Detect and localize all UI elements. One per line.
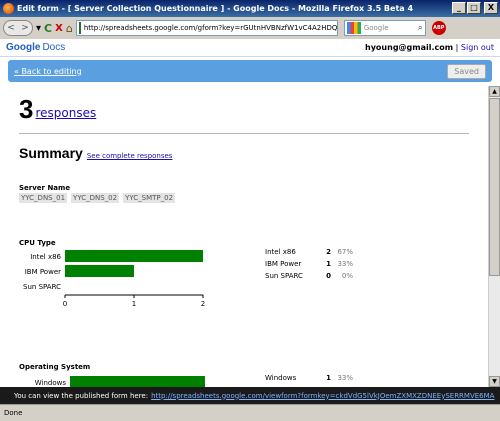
question-title-operating-system: Operating System [19, 363, 91, 371]
search-placeholder: Google [363, 24, 389, 32]
stats-count: 1 [326, 260, 331, 268]
stats-percent: 0% [341, 272, 353, 280]
forward-button[interactable]: > [21, 23, 29, 33]
scroll-up-arrow-icon[interactable]: ▲ [489, 86, 500, 97]
summary-heading-row: Summary See complete responses [19, 145, 172, 161]
cpu-type-chart: Intel x86 IBM Power Sun SPARC 0 1 2 [19, 244, 219, 310]
stats-percent: 67% [337, 248, 353, 256]
notice-text: You can view the published form here: [14, 391, 149, 400]
responses-content: 3 responses Summary See complete respons… [0, 86, 488, 387]
bar [70, 376, 205, 387]
docs-header: Google Docs hyoung@gmail.com | Sign out [0, 39, 500, 57]
google-engine-icon[interactable] [346, 22, 361, 34]
status-text: Done [4, 409, 23, 417]
cpu-type-chart-svg: Intel x86 IBM Power Sun SPARC 0 1 2 [23, 250, 205, 308]
search-box[interactable]: Google ⌕ [343, 20, 426, 36]
stats-row: IBM Power 1 33% [265, 258, 353, 270]
stats-row: Sun SPARC 0 0% [265, 270, 353, 282]
answer-text: YYC_SMTP_02 [123, 193, 176, 203]
edit-bar: « Back to editing Saved [0, 57, 500, 86]
back-forward-group: < > [3, 20, 33, 36]
published-form-notice: You can view the published form here: ht… [0, 387, 500, 404]
firefox-icon [3, 3, 14, 14]
stats-percent: 33% [337, 260, 353, 268]
navigation-toolbar: < > ▾ C X ⌂ http://spreadsheets.google.c… [0, 17, 500, 39]
back-to-editing-link[interactable]: « Back to editing [14, 67, 82, 76]
question-title-server-name: Server Name [19, 184, 71, 192]
responses-link[interactable]: responses [35, 106, 96, 120]
response-count: 3 [19, 94, 34, 124]
edit-bar-inner: « Back to editing Saved [8, 60, 492, 82]
history-dropdown-button[interactable]: ▾ [36, 20, 41, 36]
os-chart-svg: Windows [35, 376, 205, 387]
x-tick-label: 2 [201, 300, 205, 308]
stats-count: 0 [326, 272, 331, 280]
bar-category-label: Windows [35, 379, 67, 387]
window-title: Edit form - [ Server Collection Question… [17, 4, 414, 13]
os-chart: Windows [19, 373, 219, 387]
stats-row: Intel x86 2 67% [265, 246, 353, 258]
bar [65, 250, 203, 262]
stats-label: Sun SPARC [265, 272, 303, 280]
sign-out-link[interactable]: Sign out [461, 43, 494, 52]
answer-text: YYC_DNS_02 [71, 193, 120, 203]
stats-row: Windows 1 33% [265, 372, 353, 384]
published-form-link[interactable]: http://spreadsheets.google.com/viewform?… [151, 392, 494, 400]
status-bar: Done [0, 404, 500, 421]
url-text[interactable]: http://spreadsheets.google.com/gform?key… [84, 24, 337, 32]
stop-button[interactable]: X [55, 20, 63, 36]
search-icon[interactable]: ⌕ [418, 23, 423, 33]
summary-heading: Summary [19, 145, 83, 161]
x-tick-label: 1 [132, 300, 136, 308]
stats-label: Intel x86 [265, 248, 296, 256]
maximize-button[interactable]: □ [467, 2, 481, 14]
see-complete-responses-link[interactable]: See complete responses [87, 152, 173, 160]
x-tick-label: 0 [63, 300, 67, 308]
vertical-scrollbar[interactable]: ▲ ▼ [488, 86, 500, 387]
home-button[interactable]: ⌂ [66, 20, 73, 36]
close-window-button[interactable]: X [484, 2, 498, 14]
logo-docs-text: Docs [42, 42, 66, 53]
os-stats: Windows 1 33% [265, 372, 353, 384]
server-name-answers: YYC_DNS_01 YYC_DNS_02 YYC_SMTP_02 [19, 193, 176, 203]
window-controls: _ □ X [452, 2, 498, 14]
scrollbar-thumb[interactable] [489, 98, 500, 276]
bar-category-label: Intel x86 [30, 253, 61, 261]
reload-button[interactable]: C [44, 20, 52, 36]
window-titlebar: Edit form - [ Server Collection Question… [0, 0, 500, 17]
divider [19, 133, 469, 134]
stats-label: IBM Power [265, 260, 302, 268]
site-favicon-icon [78, 22, 81, 34]
google-docs-logo[interactable]: Google Docs [6, 42, 65, 53]
scroll-down-arrow-icon[interactable]: ▼ [489, 376, 500, 387]
back-button[interactable]: < [7, 23, 15, 33]
bar-category-label: Sun SPARC [23, 283, 61, 291]
stats-count: 1 [326, 374, 331, 382]
stats-label: Windows [265, 374, 297, 382]
cpu-type-stats: Intel x86 2 67% IBM Power 1 33% Sun SPAR… [265, 246, 353, 282]
url-bar[interactable]: http://spreadsheets.google.com/gform?key… [75, 20, 338, 36]
answer-text: YYC_DNS_01 [19, 193, 68, 203]
link-separator: | [455, 43, 459, 52]
saved-button[interactable]: Saved [447, 63, 486, 79]
logo-google-text: Google [6, 42, 41, 53]
stats-percent: 33% [337, 374, 353, 382]
stats-count: 2 [326, 248, 331, 256]
user-email: hyoung@gmail.com [365, 43, 454, 52]
minimize-button[interactable]: _ [452, 2, 466, 14]
account-links: hyoung@gmail.com | Sign out [365, 43, 494, 52]
adblock-icon[interactable]: ABP [431, 21, 446, 35]
bar-category-label: IBM Power [25, 268, 61, 276]
response-count-row: 3 responses [19, 96, 96, 122]
bar [65, 265, 134, 277]
